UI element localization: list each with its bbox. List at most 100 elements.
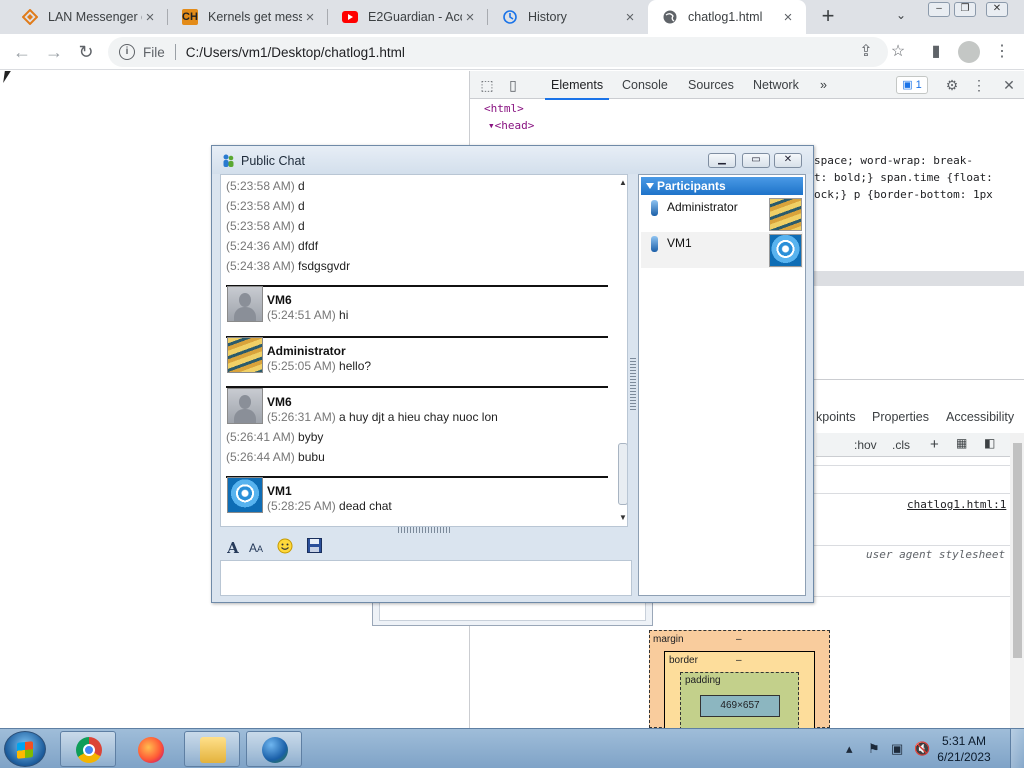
address-bar[interactable]: i File C:/Users/vm1/Desktop/chatlog1.htm… [108,37,888,67]
scroll-up-icon[interactable]: ▲ [619,178,627,187]
share-icon[interactable]: ⇪ [856,42,876,62]
chat-close-button[interactable]: ✕ [774,153,802,168]
font-color-icon[interactable]: AA [246,538,266,558]
issues-badge[interactable]: ▣ 1 [896,76,928,94]
close-icon[interactable]: × [622,9,638,26]
action-center-icon[interactable]: ⚑ [868,741,880,757]
tab-properties[interactable]: Properties [872,410,929,424]
clock-date: 6/21/2023 [937,750,991,764]
tab-breakpoints[interactable]: kpoints [816,410,856,424]
box-model-margin: margin – border – padding 469×657 [649,630,830,730]
windows-taskbar: ▴ ⚑ ▣ 🔇 5:31 AM 6/21/2023 [0,728,1024,768]
public-chat-window: Public Chat ▁ ▭ ✕ (5:23:58 AM) d (5:23:5… [211,145,814,603]
chat-titlebar[interactable]: Public Chat ▁ ▭ ✕ [212,146,813,174]
avatar [227,388,263,424]
box-model-padding: padding 469×657 [680,672,799,730]
tab-kernels[interactable]: CH Kernels get messy × [168,0,328,34]
clock-time: 5:31 AM [941,734,987,748]
participants-header[interactable]: Participants [641,177,803,195]
minimize-button[interactable]: – [928,2,950,17]
more-menu-icon[interactable]: ⋮ [992,42,1012,62]
scheme-label: File [143,44,165,60]
chat-minimize-button[interactable]: ▁ [708,153,736,168]
taskbar-lan-messenger[interactable] [246,731,302,767]
toggle-sidebar-icon[interactable]: ◧ [984,436,995,450]
tab-e2guardian[interactable]: E2Guardian - Acc × [328,0,488,34]
info-icon[interactable]: i [119,44,135,60]
chat-line: (5:23:58 AM) d [226,219,305,233]
close-icon[interactable]: × [780,9,796,26]
participant-row[interactable]: Administrator [641,196,803,232]
tab-accessibility[interactable]: Accessibility [946,410,1014,424]
show-hidden-icons[interactable]: ▴ [846,741,853,757]
tab-network[interactable]: Network [753,78,799,92]
chat-line: (5:24:36 AM) dfdf [226,239,319,253]
tab-sources[interactable]: Sources [688,78,734,92]
side-panel-icon[interactable]: ▮ [926,42,946,62]
participant-row[interactable]: VM1 [641,232,803,268]
tab-history[interactable]: History × [488,0,648,34]
scrollbar-thumb[interactable] [1013,443,1022,658]
tab-console[interactable]: Console [622,78,668,92]
bookmark-star-icon[interactable]: ☆ [888,42,908,62]
globe-icon [662,9,678,25]
cls-toggle[interactable]: .cls [892,438,910,452]
device-toolbar-icon[interactable]: ▯ [504,76,522,94]
profile-avatar[interactable] [958,41,980,63]
close-window-button[interactable]: ✕ [986,2,1008,17]
message-input[interactable] [220,560,632,596]
chat-maximize-button[interactable]: ▭ [742,153,770,168]
rule-source-link[interactable]: chatlog1.html:1 [907,498,1006,511]
chat-window-title: Public Chat [241,154,305,168]
devtools-menu-icon[interactable]: ⋮ [970,76,988,94]
close-icon[interactable]: × [302,9,318,26]
scrollbar-thumb[interactable] [618,443,627,505]
add-rule-icon[interactable]: + [930,436,939,453]
dom-node-html[interactable]: <html> [484,102,524,115]
sender-name: VM6 [267,293,292,307]
url-text[interactable]: C:/Users/vm1/Desktop/chatlog1.html [186,45,405,60]
tab-lan-messenger[interactable]: LAN Messenger d × [8,0,168,34]
box-model-content: 469×657 [700,695,780,717]
system-clock[interactable]: 5:31 AM 6/21/2023 [928,733,1000,765]
close-icon[interactable]: × [462,9,478,26]
hov-toggle[interactable]: :hov [854,438,877,452]
tab-elements[interactable]: Elements [544,78,610,100]
taskbar-explorer[interactable] [184,731,240,767]
taskbar-firefox[interactable] [122,731,178,767]
back-icon[interactable]: ← [10,40,34,64]
youtube-icon [342,9,358,25]
dom-node-head[interactable]: ▾<head> [488,119,534,132]
inspect-element-icon[interactable]: ⬚ [478,76,496,94]
more-tabs-icon[interactable]: » [820,78,827,92]
reload-icon[interactable]: ↻ [74,40,98,64]
chat-line: (5:26:41 AM) byby [226,430,324,444]
font-icon[interactable]: A [223,538,243,558]
lan-messenger-icon [262,737,288,763]
smiley-icon[interactable] [275,538,295,558]
close-icon[interactable]: × [142,9,158,26]
message-history[interactable]: (5:23:58 AM) d (5:23:58 AM) d (5:23:58 A… [220,174,628,527]
tab-search-icon[interactable]: ⌄ [896,8,906,22]
vertical-splitter-handle[interactable] [630,358,636,412]
close-devtools-icon[interactable]: ✕ [1000,76,1018,94]
tab-title: LAN Messenger d [48,10,142,24]
show-desktop-button[interactable] [1010,729,1024,768]
start-button[interactable] [4,731,46,767]
message-divider [226,285,608,287]
format-toolbar: A AA [220,536,630,560]
settings-gear-icon[interactable]: ⚙ [943,76,961,94]
lan-messenger-icon [22,9,38,25]
styles-scrollbar[interactable] [1010,433,1024,728]
save-icon[interactable] [304,538,324,558]
network-icon[interactable]: ▣ [891,741,903,757]
taskbar-chrome[interactable] [60,731,116,767]
forward-icon[interactable]: → [42,40,66,64]
scroll-down-icon[interactable]: ▼ [619,513,627,522]
tab-chatlog[interactable]: chatlog1.html × [648,0,806,34]
message-scrollbar[interactable]: ▲ ▼ [618,175,627,526]
new-tab-button[interactable]: + [816,4,840,30]
paint-icon[interactable]: ▦ [956,436,967,450]
horizontal-splitter-handle[interactable] [398,527,452,533]
maximize-button[interactable]: ❐ [954,2,976,17]
